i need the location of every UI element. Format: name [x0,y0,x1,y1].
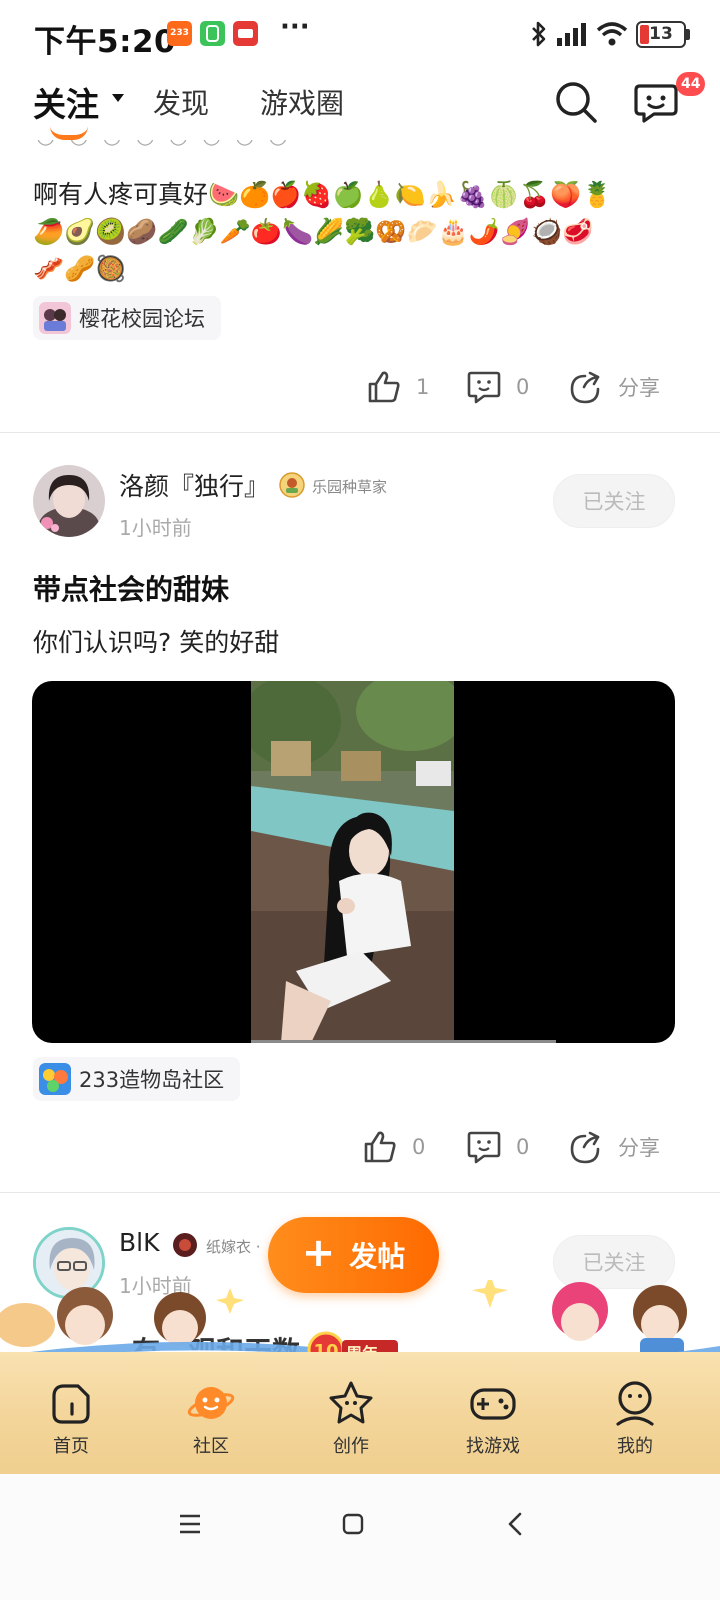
post-body-line: 🥭🥑🥝🥔🥒🥬🥕🍅🍆🌽🥦🥨🥟🎂🌶️🍠🥥🥩 [33,217,594,246]
star-icon [329,1381,373,1424]
circle-name: 233造物岛社区 [79,1068,225,1092]
app-red-icon [233,21,258,46]
chevron-down-icon[interactable] [112,94,124,102]
comment-icon [467,371,501,404]
bluetooth-icon [532,21,546,47]
nav-create[interactable]: 创作 [301,1378,401,1458]
emoji-strip-partial: ◡◡◡◡◡◡◡◡ [36,140,302,149]
nav-home-label: 首页 [53,1436,89,1457]
nav-find-games[interactable]: 找游戏 [443,1378,543,1458]
back-icon[interactable] [496,1504,536,1544]
share-button[interactable]: 分享 [568,362,660,412]
nav-community[interactable]: 社区 [161,1378,261,1458]
nav-home[interactable]: 首页 [21,1378,121,1458]
thumbs-up-icon [368,371,400,403]
signal-icon [557,23,586,46]
nav-find-games-label: 找游戏 [466,1436,520,1457]
post-body-line: 啊有人疼可真好🍉🍊🍎🍓🍏🍐🍋🍌🍇🍈🍒🍑🍍 [33,180,613,209]
tab-follow[interactable]: 关注 [33,78,99,126]
status-time: 下午5:20 [34,24,177,60]
post-title: 带点社会的甜妹 [33,573,230,606]
bottom-nav: 首页 社区 创作 找游戏 我的 [0,1352,720,1474]
thumbs-up-icon [364,1131,396,1163]
gamepad-icon [470,1388,516,1420]
post-time: 1小时前 [119,516,192,540]
share-icon [570,371,600,404]
comment-button[interactable]: 0 [466,362,529,412]
circle-tag[interactable]: 233造物岛社区 [33,1057,241,1101]
app-green-icon [200,21,225,46]
like-count: 0 [412,1135,426,1159]
top-header: 关注 发现 游戏圈 [0,70,720,140]
planet-icon [187,1387,235,1419]
post-body: 啊有人疼可真好🍉🍊🍎🍓🍏🍐🍋🍌🍇🍈🍒🍑🍍 🥭🥑🥝🥔🥒🥬🥕🍅🍆🌽🥦🥨🥟🎂🌶️🍠🥥🥩… [33,176,693,287]
menu-icon[interactable] [170,1504,210,1544]
circle-name: 樱花校园论坛 [79,307,205,331]
active-tab-indicator [50,126,88,140]
comment-icon [467,1131,501,1164]
system-nav-bar [0,1474,720,1600]
share-button[interactable]: 分享 [568,1122,660,1172]
nav-create-label: 创作 [333,1436,369,1457]
author-badge: 乐园种草家 [312,478,388,496]
circle-avatar-icon [39,1063,71,1095]
profile-icon [616,1381,654,1426]
home-icon [52,1384,90,1424]
video-player[interactable] [32,681,675,1043]
home-square-icon[interactable] [333,1504,373,1544]
like-button[interactable]: 1 [366,362,429,412]
video-progress-bar[interactable] [251,1040,556,1043]
badge-icon [279,472,305,498]
comment-button[interactable]: 0 [466,1122,529,1172]
tab-discover[interactable]: 发现 [153,82,209,122]
search-icon[interactable] [552,78,600,126]
nav-community-label: 社区 [193,1436,229,1457]
battery-level: 13 [649,24,673,44]
status-bar: 下午5:20 233 ··· 13 [0,0,720,70]
badge-icon [173,1233,197,1257]
post-divider [0,1192,720,1193]
plus-icon: + [301,1230,336,1276]
follow-button[interactable]: 已关注 [553,474,675,528]
circle-avatar-icon [39,302,71,334]
publish-post-button[interactable]: + 发帖 [268,1217,439,1293]
author-name[interactable]: 洛颜『独行』 [119,467,269,503]
publish-label: 发帖 [349,1240,406,1273]
like-count: 1 [416,375,430,399]
wifi-icon [596,22,628,46]
like-button[interactable]: 0 [362,1122,425,1172]
post-actions: 0 0 分享 [0,1122,720,1172]
post-body-line: 🥓🥜🥘 [33,254,127,283]
more-notifications-icon: ··· [280,12,310,42]
circle-tag[interactable]: 樱花校园论坛 [33,296,221,340]
author-badge: 纸嫁衣 · [206,1238,261,1256]
share-label: 分享 [618,1136,660,1160]
message-icon[interactable] [632,78,680,126]
233-app-icon: 233 [167,21,192,46]
video-thumbnail [251,681,454,1043]
post-divider [0,432,720,433]
nav-profile-label: 我的 [617,1436,653,1457]
avatar[interactable] [33,465,105,537]
nav-profile[interactable]: 我的 [585,1378,685,1458]
post-actions: 1 0 分享 [0,362,720,412]
comment-count: 0 [516,1135,530,1159]
share-label: 分享 [618,376,660,400]
tab-game-circle[interactable]: 游戏圈 [260,82,344,122]
message-count-badge: 44 [676,72,706,96]
comment-count: 0 [516,375,530,399]
share-icon [570,1131,600,1164]
battery-indicator: 13 [636,20,690,48]
post-body: 你们认识吗? 笑的好甜 [33,628,280,657]
author-name[interactable]: BlK [119,1228,160,1257]
